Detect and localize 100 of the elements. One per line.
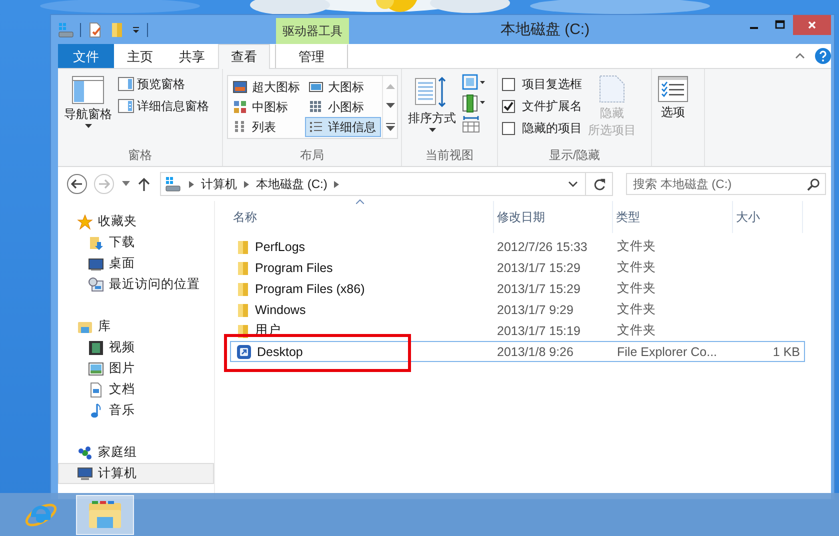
checkbox[interactable]	[502, 100, 515, 112]
add-columns-icon[interactable]	[462, 93, 486, 113]
checkbox[interactable]	[502, 122, 515, 134]
up-arrow-icon[interactable]	[138, 177, 150, 191]
properties-icon[interactable]	[87, 22, 103, 38]
file-row[interactable]: Program Files (x86) 2013/1/7 15:29 文件夹	[230, 278, 805, 299]
type-cell-text: 文件夹	[616, 301, 657, 318]
group-label: 布局	[299, 147, 325, 164]
layout-option[interactable]: 大图标	[305, 77, 381, 97]
column-header[interactable]: 修改日期	[493, 201, 613, 233]
nav-item[interactable]: 图片	[58, 358, 214, 379]
view-icon	[309, 100, 323, 114]
homegroup-icon	[77, 444, 93, 460]
nav-item[interactable]: 计算机	[58, 463, 214, 484]
group-label: 当前视图	[424, 147, 474, 164]
breadcrumb[interactable]: 计算机	[201, 176, 237, 192]
sort-by-button[interactable]: 排序方式	[406, 73, 458, 135]
computer-icon	[77, 466, 93, 482]
more-caret-icon[interactable]	[386, 123, 394, 131]
file-name: PerfLogs	[255, 240, 306, 254]
checkbox-label[interactable]: 隐藏的项目	[522, 120, 582, 136]
collapse-ribbon-icon[interactable]	[795, 51, 805, 61]
column-header[interactable]: 大小	[733, 201, 803, 233]
back-button[interactable]	[67, 174, 87, 194]
breadcrumb-arrow-icon[interactable]	[189, 180, 194, 188]
recent-locations-caret-icon[interactable]	[121, 181, 131, 187]
file-row[interactable]: PerfLogs 2012/7/26 15:33 文件夹	[230, 236, 805, 257]
ribbon-tab[interactable]: 查看	[218, 44, 270, 69]
nav-item[interactable]: 下载	[58, 232, 214, 253]
folder-icon	[236, 280, 250, 296]
layout-option[interactable]: 超大图标	[229, 77, 305, 97]
refresh-icon[interactable]	[593, 178, 606, 190]
sort-ascending-icon	[356, 199, 364, 204]
taskbar-button[interactable]	[76, 494, 134, 534]
hidden-file-icon	[599, 75, 625, 103]
pane-layout-icon	[72, 76, 104, 104]
maximize-icon	[775, 20, 785, 30]
view-icon	[309, 120, 323, 134]
options-button[interactable]: 选项	[656, 73, 690, 122]
layout-option[interactable]: 列表	[229, 117, 305, 137]
caret-icon	[428, 128, 436, 132]
ribbon-tab[interactable]: 共享	[166, 44, 218, 68]
date-cell-text: 2013/1/7 15:29	[496, 282, 582, 296]
breadcrumb-arrow-icon[interactable]	[244, 180, 249, 188]
view-icon	[233, 80, 247, 94]
navigation-pane-button[interactable]: 导航窗格	[62, 73, 114, 131]
preview-pane-button[interactable]: 预览窗格	[118, 75, 209, 93]
column-header[interactable]: 名称	[230, 201, 493, 233]
date-cell-text: 2013/1/7 15:29	[496, 260, 582, 274]
checkbox-label[interactable]: 项目复选框	[522, 76, 582, 92]
layout-option[interactable]: 小图标	[305, 97, 381, 117]
view-icon	[309, 80, 323, 94]
column-header[interactable]: 类型	[613, 201, 733, 233]
picture-icon	[88, 360, 104, 376]
layout-option[interactable]: 详细信息	[305, 117, 381, 137]
ribbon-tab[interactable]: 主页	[114, 44, 166, 68]
checkbox-label[interactable]: 文件扩展名	[522, 98, 582, 114]
file-row[interactable]: Windows 2013/1/7 9:29 文件夹	[230, 299, 805, 320]
nav-item[interactable]: 文档	[58, 379, 214, 400]
close-icon	[807, 20, 817, 30]
layout-option[interactable]: 中图标	[229, 97, 305, 117]
checklist-icon	[658, 76, 688, 102]
file-name: Program Files	[255, 260, 333, 274]
ribbon-tab[interactable]: 文件	[58, 44, 114, 68]
breadcrumb-arrow-icon[interactable]	[334, 180, 340, 188]
type-cell-text: 文件夹	[616, 259, 657, 276]
ribbon-tab[interactable]: 管理	[275, 44, 348, 68]
details-pane-icon	[118, 99, 134, 113]
close-button[interactable]	[793, 15, 831, 35]
shortcut-icon	[236, 344, 252, 360]
folder-icon	[236, 238, 250, 254]
type-cell-text: 文件夹	[616, 238, 657, 255]
view-icon	[233, 120, 247, 134]
nav-item[interactable]: 最近访问的位置	[58, 274, 214, 295]
breadcrumb[interactable]: 本地磁盘 (C:)	[256, 176, 328, 192]
nav-item[interactable]: 视频	[58, 337, 214, 358]
date-cell-text: 2013/1/7 15:19	[496, 324, 582, 338]
scroll-down-icon[interactable]	[386, 103, 394, 109]
context-tab-header: 驱动器工具	[276, 18, 349, 44]
file-name: Desktop	[257, 344, 303, 358]
nav-item[interactable]: 库	[58, 316, 214, 337]
details-pane-button[interactable]: 详细信息窗格	[118, 97, 209, 115]
file-row[interactable]: Desktop 2013/1/8 9:26 File Explorer Co... 1 KB	[230, 341, 805, 362]
type-cell-text: 文件夹	[616, 280, 657, 297]
help-icon[interactable]	[815, 48, 831, 64]
group-by-icon[interactable]	[462, 73, 486, 91]
nav-item[interactable]: 收藏夹	[58, 211, 214, 232]
file-row[interactable]: Program Files 2013/1/7 15:29 文件夹	[230, 257, 805, 278]
customize-caret-icon[interactable]	[131, 24, 141, 34]
document-icon	[88, 382, 104, 398]
nav-item[interactable]: 桌面	[58, 253, 214, 274]
nav-item[interactable]: 音乐	[58, 400, 214, 421]
download-folder-icon	[88, 234, 104, 250]
window-title: 本地磁盘 (C:)	[499, 20, 591, 39]
size-cell: 1 KB	[772, 344, 800, 358]
history-chevron-icon[interactable]	[568, 180, 578, 188]
nav-item[interactable]: 家庭组	[58, 442, 214, 463]
type-cell-text: 文件夹	[616, 322, 657, 339]
address-bar[interactable]: 计算机 本地磁盘 (C:)	[160, 172, 613, 196]
checkbox[interactable]	[502, 78, 515, 90]
